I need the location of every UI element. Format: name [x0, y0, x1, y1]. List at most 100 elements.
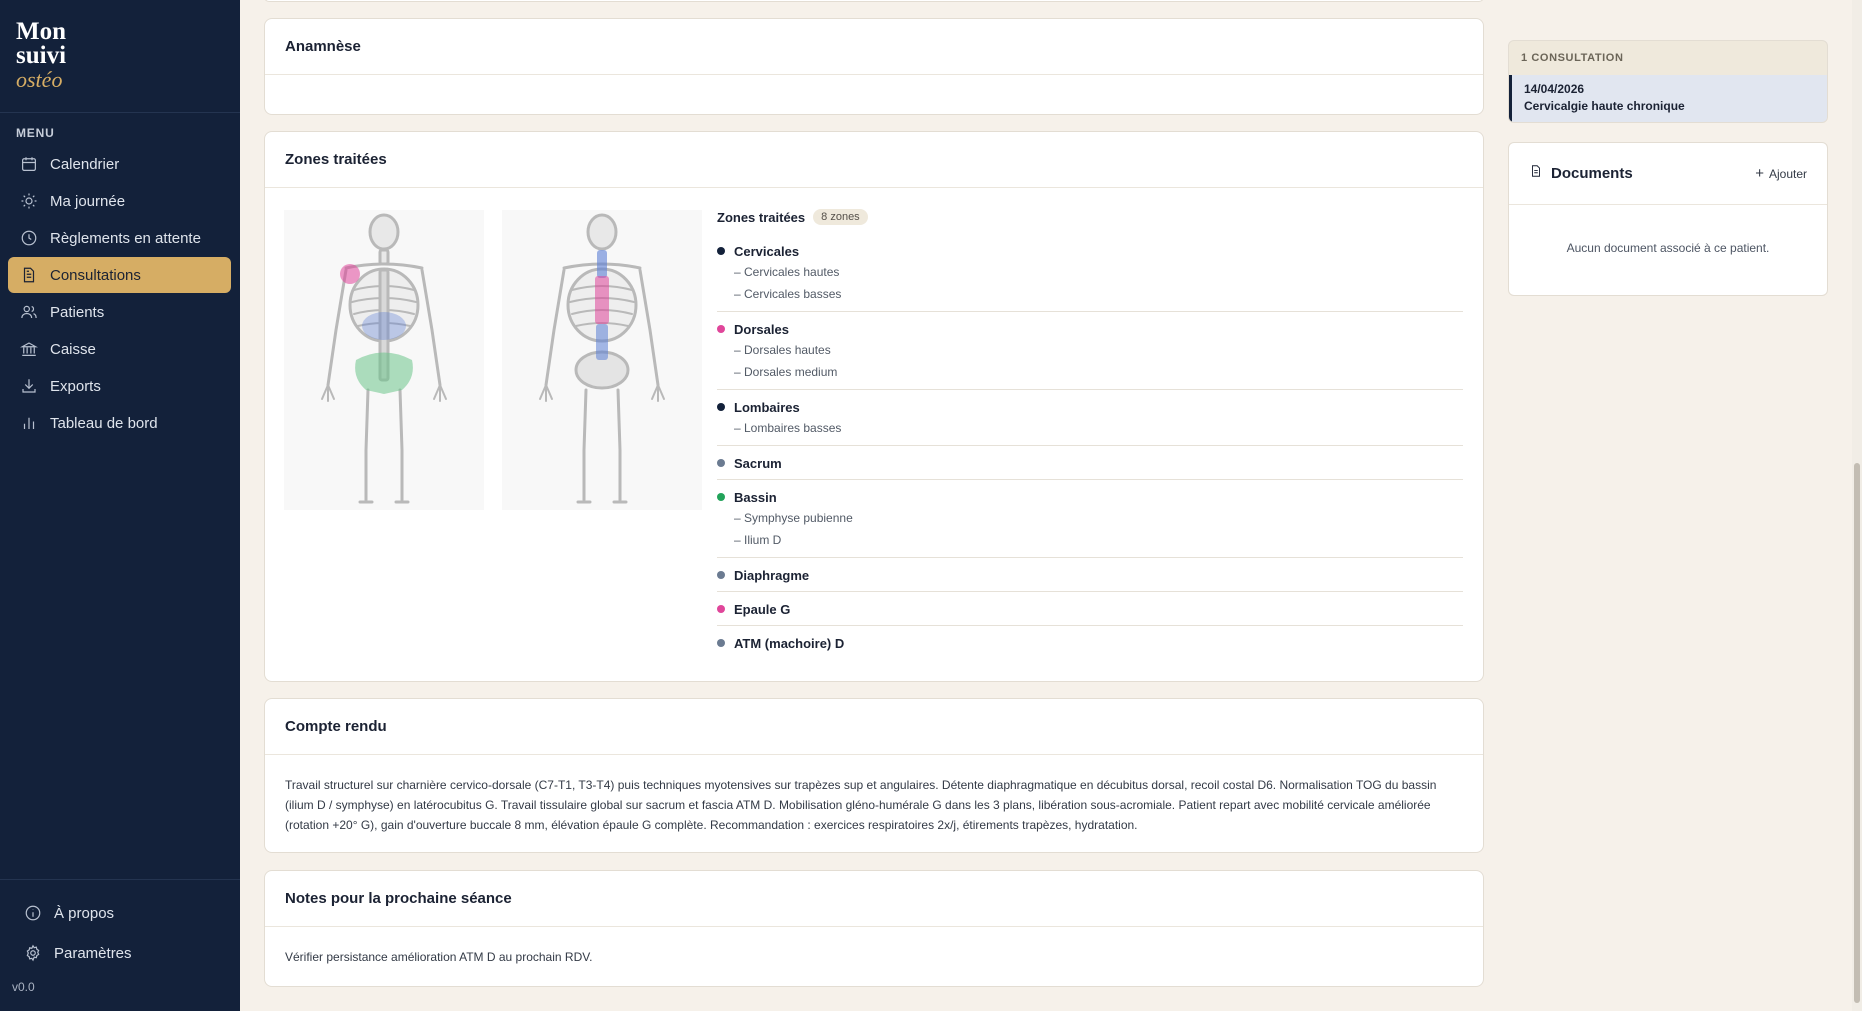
- zone-color-dot: [717, 605, 725, 613]
- zones-panel-header: Zones traitées 8 zones: [717, 206, 1463, 228]
- zone-label: Lombaires: [734, 399, 800, 415]
- sidebar-item-label: Ma journée: [50, 192, 126, 210]
- sidebar-item-label: Consultations: [50, 266, 141, 284]
- zone-label: Diaphragme: [734, 567, 810, 583]
- zone-name: Cervicales: [717, 241, 1463, 261]
- zone-label: Cervicales: [734, 243, 800, 259]
- zone-sub-item: – Cervicales hautes: [734, 265, 840, 279]
- add-document-label: Ajouter: [1768, 166, 1807, 181]
- zone-group-cervicales: Cervicales – Cervicales hautes – Cervica…: [717, 234, 1463, 312]
- app-logo[interactable]: Mon suivi ostéo: [16, 18, 67, 92]
- notes-text: Vérifier persistance amélioration ATM D …: [285, 950, 593, 964]
- zone-name: Sacrum: [717, 453, 1463, 473]
- zone-color-dot: [717, 247, 725, 255]
- compte-rendu-title: Compte rendu: [265, 699, 1483, 755]
- zone-sub-item: – Ilium D: [734, 533, 782, 547]
- calendar-icon: [20, 155, 38, 173]
- logo-line-2: suivi: [16, 42, 67, 69]
- anamnese-card: Anamnèse: [264, 18, 1484, 115]
- zone-color-dot: [717, 325, 725, 333]
- zone-group-dorsales: Dorsales – Dorsales hautes – Dorsales me…: [717, 312, 1463, 390]
- zone-group-bassin: Bassin – Symphyse pubienne – Ilium D: [717, 480, 1463, 558]
- consultations-count: 1 CONSULTATION: [1521, 52, 1624, 64]
- zone-label: Sacrum: [734, 455, 782, 471]
- sidebar-item-ma-journee[interactable]: Ma journée: [8, 183, 231, 219]
- zone-group-diaphragme: Diaphragme: [717, 558, 1463, 592]
- sidebar-item-reglements[interactable]: Règlements en attente: [8, 220, 231, 256]
- app-version: v0.0: [12, 980, 35, 994]
- zones-card-title: Zones traitées: [265, 132, 1483, 188]
- download-icon: [20, 377, 38, 395]
- zone-sub-item: – Symphyse pubienne: [734, 511, 853, 525]
- consultation-title: Cervicalgie haute chronique: [1524, 99, 1685, 113]
- documents-empty-state: Aucun document associé à ce patient.: [1566, 241, 1770, 255]
- previous-card-edge: [264, 0, 1484, 2]
- zone-color-dot: [717, 459, 725, 467]
- zone-name: Diaphragme: [717, 565, 1463, 585]
- sidebar-item-label: Calendrier: [50, 155, 120, 173]
- compte-rendu-card: Compte rendu Travail structurel sur char…: [264, 698, 1484, 853]
- bottom-divider: [0, 879, 240, 880]
- bar-chart-icon: [20, 414, 38, 432]
- zone-color-dot: [717, 493, 725, 501]
- logo-line-3: ostéo: [16, 67, 63, 92]
- notes-card: Notes pour la prochaine séance Vérifier …: [264, 870, 1484, 987]
- consultation-item[interactable]: 14/04/2026 Cervicalgie haute chronique: [1509, 75, 1827, 122]
- sidebar-item-consultations[interactable]: Consultations: [8, 257, 231, 293]
- zone-color-dot: [717, 403, 725, 411]
- zone-name: Lombaires: [717, 397, 1463, 417]
- skeleton-back-view: [502, 210, 702, 510]
- sidebar-item-caisse[interactable]: Caisse: [8, 331, 231, 367]
- zone-label: ATM (machoire) D: [734, 635, 845, 651]
- menu-title: MENU: [16, 126, 55, 140]
- zone-group-atm: ATM (machoire) D: [717, 626, 1463, 659]
- document-icon: [20, 266, 38, 284]
- sidebar-item-label: Patients: [50, 303, 105, 321]
- zone-name: Bassin: [717, 487, 1463, 507]
- sidebar-item-patients[interactable]: Patients: [8, 294, 231, 330]
- users-icon: [20, 303, 38, 321]
- bottom-nav: À propos Paramètres: [12, 893, 230, 973]
- zone-sub-item: – Dorsales hautes: [734, 343, 831, 357]
- zone-label: Dorsales: [734, 321, 789, 337]
- sidebar-item-tableau-de-bord[interactable]: Tableau de bord: [8, 405, 231, 441]
- zones-panel-title: Zones traitées: [717, 209, 806, 225]
- sidebar-item-a-propos[interactable]: À propos: [12, 893, 230, 933]
- sidebar-item-exports[interactable]: Exports: [8, 368, 231, 404]
- bank-icon: [20, 340, 38, 358]
- sidebar-item-parametres[interactable]: Paramètres: [12, 933, 230, 973]
- consultations-list: 1 CONSULTATION 14/04/2026 Cervicalgie ha…: [1508, 40, 1828, 123]
- zone-sub-item: – Cervicales basses: [734, 287, 842, 301]
- main-nav: Calendrier Ma journée Règlements en atte…: [8, 146, 231, 442]
- zone-group-sacrum: Sacrum: [717, 446, 1463, 480]
- zones-count-badge: 8 zones: [813, 209, 868, 225]
- notes-title: Notes pour la prochaine séance: [265, 871, 1483, 927]
- add-document-button[interactable]: + Ajouter: [1755, 165, 1807, 182]
- zone-name: Epaule G: [717, 599, 1463, 619]
- documents-title: Documents: [1551, 165, 1633, 182]
- zones-list-panel: Zones traitées 8 zones Cervicales – Cerv…: [717, 206, 1463, 659]
- logo-line-1: Mon: [16, 18, 66, 45]
- scrollbar-thumb[interactable]: [1854, 463, 1860, 1003]
- zone-color-dot: [717, 571, 725, 579]
- sun-icon: [20, 192, 38, 210]
- sidebar-item-calendrier[interactable]: Calendrier: [8, 146, 231, 182]
- documents-header: Documents + Ajouter: [1509, 143, 1827, 205]
- logo-divider: [0, 112, 240, 113]
- document-icon: [1529, 164, 1543, 183]
- zone-group-epaule-g: Epaule G: [717, 592, 1463, 626]
- plus-icon: +: [1755, 165, 1764, 182]
- zone-label: Epaule G: [734, 601, 791, 617]
- documents-card: Documents + Ajouter Aucun document assoc…: [1508, 142, 1828, 296]
- info-icon: [24, 904, 42, 922]
- zone-name: Dorsales: [717, 319, 1463, 339]
- clock-icon: [20, 229, 38, 247]
- sidebar-item-label: À propos: [54, 904, 115, 922]
- sidebar-item-label: Exports: [50, 377, 101, 395]
- sidebar: Mon suivi ostéo MENU Calendrier Ma journ…: [0, 0, 240, 1011]
- skeleton-front-view: [284, 210, 484, 510]
- zone-color-dot: [717, 639, 725, 647]
- zone-name: ATM (machoire) D: [717, 633, 1463, 653]
- zone-sub-item: – Dorsales medium: [734, 365, 838, 379]
- sidebar-item-label: Caisse: [50, 340, 96, 358]
